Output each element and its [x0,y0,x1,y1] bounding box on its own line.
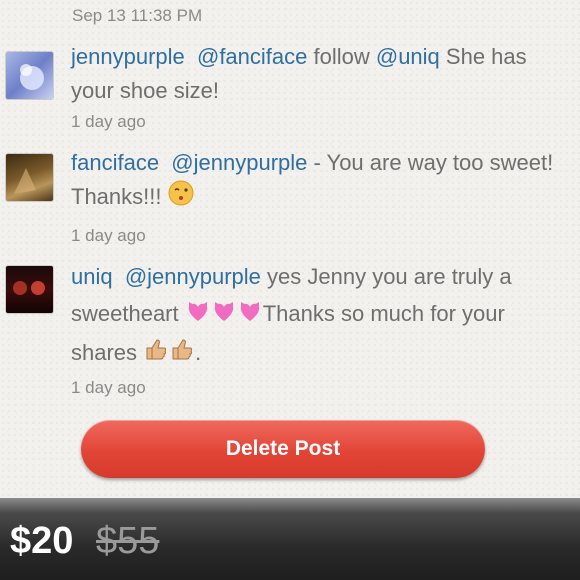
delete-post-button[interactable]: Delete Post [81,420,485,478]
comment-mention[interactable]: @uniq [376,44,440,69]
wink-kiss-emoji-icon [168,180,194,216]
heart-ribbon-emoji-icon [237,297,263,334]
price-bar: $20 $55 [0,498,580,580]
avatar-fanciface[interactable] [6,154,53,201]
comment-mention[interactable]: @jennypurple [171,150,307,175]
comment-username[interactable]: jennypurple [71,44,185,69]
post-timestamp: Sep 13 11:38 PM [72,6,203,25]
comment-username[interactable]: uniq [71,264,113,289]
thumbs-up-emoji-icon [169,335,195,372]
listing-price: $20 [10,520,74,562]
heart-ribbon-emoji-icon [211,297,237,334]
comment-time: 1 day ago [71,112,146,131]
comment-mention[interactable]: @jennypurple [125,264,261,289]
heart-ribbon-emoji-icon [185,297,211,334]
thumbs-up-emoji-icon [143,335,169,372]
comment-text: . [195,339,202,365]
original-price: $55 [96,520,160,562]
avatar-uniq[interactable] [6,266,53,313]
comment-time: 1 day ago [71,378,146,397]
avatar-jennypurple[interactable] [6,52,53,99]
comment-text: follow [307,44,376,69]
comment-username[interactable]: fanciface [71,150,159,175]
comment-mention[interactable]: @fanciface [197,44,307,69]
comment-time: 1 day ago [71,226,146,245]
